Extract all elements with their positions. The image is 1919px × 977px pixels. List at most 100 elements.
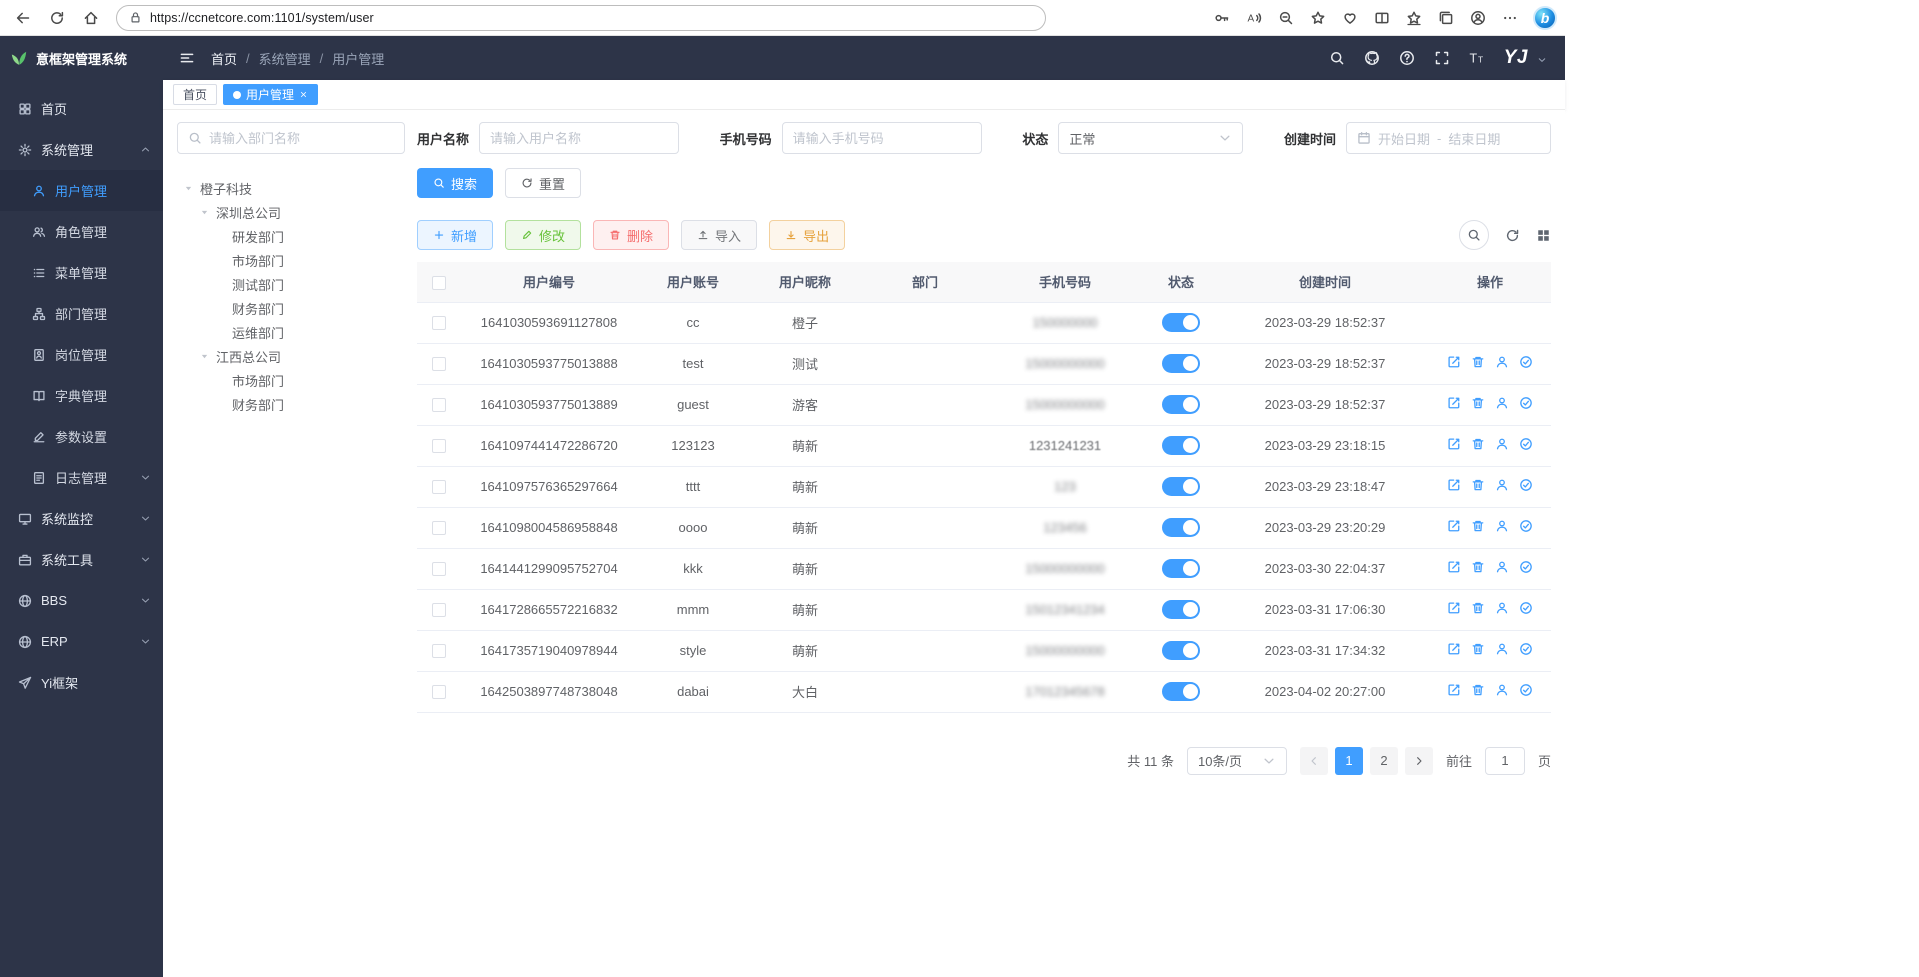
row-checkbox[interactable]: [432, 357, 446, 371]
date-range-picker[interactable]: 开始日期 - 结束日期: [1346, 122, 1551, 154]
tree-node[interactable]: 市场部门: [177, 368, 405, 392]
row-edit-icon[interactable]: [1447, 478, 1461, 492]
github-icon[interactable]: [1364, 50, 1380, 66]
sidebar-item-dept[interactable]: 部门管理: [0, 293, 163, 334]
tree-node[interactable]: 橙子科技: [177, 176, 405, 200]
row-delete-icon[interactable]: [1471, 478, 1485, 492]
split-screen-icon[interactable]: [1367, 4, 1397, 32]
status-toggle[interactable]: [1162, 600, 1200, 619]
row-edit-icon[interactable]: [1447, 560, 1461, 574]
sidebar-item-yi-framework[interactable]: Yi框架: [0, 662, 163, 703]
row-checkbox[interactable]: [432, 316, 446, 330]
caret-down-icon[interactable]: [197, 207, 211, 218]
zoom-out-icon[interactable]: [1271, 4, 1301, 32]
status-toggle[interactable]: [1162, 477, 1200, 496]
tree-node[interactable]: 深圳总公司: [177, 200, 405, 224]
column-settings-button[interactable]: [1536, 228, 1551, 243]
status-toggle[interactable]: [1162, 313, 1200, 332]
row-reset-password-icon[interactable]: [1495, 683, 1509, 697]
row-reset-password-icon[interactable]: [1495, 355, 1509, 369]
tree-node[interactable]: 财务部门: [177, 296, 405, 320]
tab-home[interactable]: 首页: [173, 84, 217, 105]
row-edit-icon[interactable]: [1447, 642, 1461, 656]
row-assign-icon[interactable]: [1519, 478, 1533, 492]
row-edit-icon[interactable]: [1447, 355, 1461, 369]
page-size-select[interactable]: 10条/页: [1187, 747, 1287, 775]
page-button-2[interactable]: 2: [1370, 747, 1398, 775]
sidebar-item-user[interactable]: 用户管理: [0, 170, 163, 211]
tree-node[interactable]: 财务部门: [177, 392, 405, 416]
key-icon[interactable]: [1207, 4, 1237, 32]
sidebar-item-tools[interactable]: 系统工具: [0, 539, 163, 580]
row-delete-icon[interactable]: [1471, 396, 1485, 410]
search-button[interactable]: 搜索: [417, 168, 493, 198]
add-button[interactable]: 新增: [417, 220, 493, 250]
reset-button[interactable]: 重置: [505, 168, 581, 198]
row-assign-icon[interactable]: [1519, 519, 1533, 533]
row-edit-icon[interactable]: [1447, 437, 1461, 451]
export-button[interactable]: 导出: [769, 220, 845, 250]
select-all-checkbox[interactable]: [432, 276, 446, 290]
row-checkbox[interactable]: [432, 480, 446, 494]
status-toggle[interactable]: [1162, 354, 1200, 373]
delete-button[interactable]: 删除: [593, 220, 669, 250]
import-button[interactable]: 导入: [681, 220, 757, 250]
tab-user-management[interactable]: 用户管理: [223, 84, 318, 105]
row-checkbox[interactable]: [432, 644, 446, 658]
status-toggle[interactable]: [1162, 682, 1200, 701]
caret-down-icon[interactable]: [181, 183, 195, 194]
row-checkbox[interactable]: [432, 521, 446, 535]
row-delete-icon[interactable]: [1471, 519, 1485, 533]
row-delete-icon[interactable]: [1471, 355, 1485, 369]
row-assign-icon[interactable]: [1519, 642, 1533, 656]
row-checkbox[interactable]: [432, 398, 446, 412]
tree-node[interactable]: 运维部门: [177, 320, 405, 344]
home-icon[interactable]: [76, 4, 106, 32]
row-delete-icon[interactable]: [1471, 601, 1485, 615]
row-checkbox[interactable]: [432, 562, 446, 576]
sidebar-item-role[interactable]: 角色管理: [0, 211, 163, 252]
fullscreen-icon[interactable]: [1434, 50, 1450, 66]
row-checkbox[interactable]: [432, 685, 446, 699]
search-icon[interactable]: [1329, 50, 1345, 66]
font-size-icon[interactable]: TT: [1469, 50, 1485, 66]
dept-search-input[interactable]: [209, 131, 394, 146]
read-aloud-icon[interactable]: A: [1239, 4, 1269, 32]
tree-node[interactable]: 市场部门: [177, 248, 405, 272]
username-input[interactable]: [490, 131, 668, 146]
sidebar-item-param[interactable]: 参数设置: [0, 416, 163, 457]
table-refresh-button[interactable]: [1505, 228, 1520, 243]
favorite-star-icon[interactable]: [1303, 4, 1333, 32]
row-edit-icon[interactable]: [1447, 683, 1461, 697]
row-delete-icon[interactable]: [1471, 642, 1485, 656]
status-toggle[interactable]: [1162, 395, 1200, 414]
more-icon[interactable]: [1495, 4, 1525, 32]
row-assign-icon[interactable]: [1519, 396, 1533, 410]
row-assign-icon[interactable]: [1519, 601, 1533, 615]
refresh-icon[interactable]: [42, 4, 72, 32]
user-avatar[interactable]: YJ: [1504, 47, 1528, 69]
status-toggle[interactable]: [1162, 641, 1200, 660]
row-reset-password-icon[interactable]: [1495, 396, 1509, 410]
row-reset-password-icon[interactable]: [1495, 519, 1509, 533]
row-delete-icon[interactable]: [1471, 560, 1485, 574]
phone-input[interactable]: [793, 131, 971, 146]
sidebar-item-home[interactable]: 首页: [0, 88, 163, 129]
collapse-menu-icon[interactable]: [179, 50, 195, 66]
row-reset-password-icon[interactable]: [1495, 437, 1509, 451]
address-bar[interactable]: https://ccnetcore.com:1101/system/user: [116, 5, 1046, 31]
sidebar-item-monitor[interactable]: 系统监控: [0, 498, 163, 539]
status-toggle[interactable]: [1162, 436, 1200, 455]
caret-down-icon[interactable]: [197, 351, 211, 362]
help-icon[interactable]: [1399, 50, 1415, 66]
status-toggle[interactable]: [1162, 559, 1200, 578]
page-button-1[interactable]: 1: [1335, 747, 1363, 775]
row-checkbox[interactable]: [432, 603, 446, 617]
next-page-button[interactable]: [1405, 747, 1433, 775]
status-select[interactable]: 正常: [1058, 122, 1243, 154]
row-reset-password-icon[interactable]: [1495, 478, 1509, 492]
bing-icon[interactable]: b: [1533, 6, 1557, 30]
row-reset-password-icon[interactable]: [1495, 560, 1509, 574]
breadcrumb-system[interactable]: 系统管理: [259, 49, 311, 68]
row-assign-icon[interactable]: [1519, 683, 1533, 697]
